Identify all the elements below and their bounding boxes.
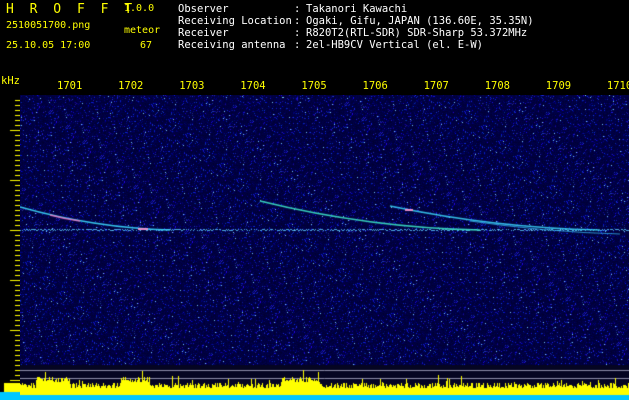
x-tick-label: 1710 bbox=[606, 80, 629, 92]
x-tick-label: 1708 bbox=[484, 80, 510, 92]
axis-tick-strip bbox=[0, 95, 20, 400]
info-label: Observer bbox=[178, 3, 229, 15]
info-label: Receiver bbox=[178, 27, 229, 39]
x-tick-label: 1706 bbox=[362, 80, 388, 92]
info-separator: : bbox=[294, 39, 301, 51]
file-name: 2510051700.png bbox=[6, 20, 91, 31]
info-value: 2el-HB9CV Vertical (el. E-W) bbox=[306, 39, 484, 51]
unit-label: kHz bbox=[1, 75, 20, 87]
info-separator: : bbox=[294, 3, 301, 15]
x-tick-label: 1705 bbox=[301, 80, 327, 92]
date-time: 25.10.05 17:00 bbox=[6, 40, 91, 51]
x-tick-label: 1702 bbox=[118, 80, 144, 92]
app-title: H R O F F T bbox=[6, 2, 137, 17]
spectrogram-canvas bbox=[20, 95, 629, 400]
spectrogram-window: H R O F F T 1.0.0 2510051700.png meteor … bbox=[0, 0, 629, 400]
info-value: Ogaki, Gifu, JAPAN (136.60E, 35.35N) bbox=[306, 15, 534, 27]
info-value: R820T2(RTL-SDR) SDR-Sharp 53.372MHz bbox=[306, 27, 528, 39]
x-tick-label: 1701 bbox=[57, 80, 83, 92]
info-separator: : bbox=[294, 27, 301, 39]
info-label: Receiving Location bbox=[178, 15, 292, 27]
x-tick-label: 1703 bbox=[179, 80, 205, 92]
info-value: Takanori Kawachi bbox=[306, 3, 408, 15]
meteor-label: meteor bbox=[124, 25, 161, 36]
meteor-count: 67 bbox=[140, 40, 153, 51]
app-version: 1.0.0 bbox=[124, 3, 155, 14]
x-tick-label: 1707 bbox=[423, 80, 449, 92]
x-tick-label: 1704 bbox=[240, 80, 266, 92]
info-label: Receiving antenna bbox=[178, 39, 286, 51]
x-tick-label: 1709 bbox=[545, 80, 572, 92]
info-separator: : bbox=[294, 15, 301, 27]
